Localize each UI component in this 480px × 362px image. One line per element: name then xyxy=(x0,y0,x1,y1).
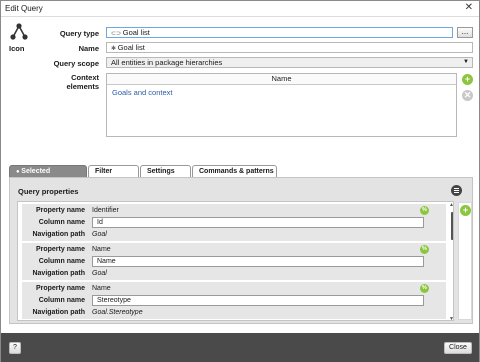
properties-panel: Query properties Property name Identifie… xyxy=(9,177,473,324)
help-button[interactable]: ? xyxy=(9,342,21,354)
name-field[interactable]: ✱ Goal list xyxy=(106,42,473,53)
navigation-path-label: Navigation path xyxy=(32,309,85,316)
link-icon: ⊂⊃ xyxy=(111,31,123,37)
name-value: Goal list xyxy=(117,43,145,52)
navigation-path-label: Navigation path xyxy=(32,270,85,277)
close-button[interactable]: Close xyxy=(444,342,472,354)
add-icon[interactable]: + xyxy=(462,74,473,85)
side-toolbar: + xyxy=(458,202,472,320)
browse-button[interactable]: ... xyxy=(457,27,473,38)
property-name-label: Property name xyxy=(35,285,85,292)
close-icon[interactable]: ✕ xyxy=(465,2,473,13)
name-label: Name xyxy=(78,44,99,53)
column-name-label: Column name xyxy=(38,297,85,304)
tab-selected-properties[interactable]: ● Selected Properties xyxy=(9,165,87,187)
context-row[interactable]: Goals and context xyxy=(107,85,456,100)
scroll-up-icon[interactable]: ▲ xyxy=(449,202,453,208)
property-item: Property name Name % Column name Name Na… xyxy=(22,243,446,280)
dropdown-arrow-icon: ▼ xyxy=(463,59,469,65)
column-name-label: Column name xyxy=(38,258,85,265)
scope-label: Query scope xyxy=(53,59,99,68)
edit-query-dialog: Edit Query ✕ Icon Query type ⊂⊃ Goal lis… xyxy=(0,0,480,362)
scroll-down-icon[interactable]: ▼ xyxy=(449,316,453,320)
tab-commands-patterns[interactable]: Commands & patterns xyxy=(192,165,277,177)
add-property-icon[interactable]: + xyxy=(460,205,471,216)
footer-bar: ? Close xyxy=(1,333,479,362)
goal-icon: ✱ xyxy=(111,46,118,52)
properties-list: Property name Identifier % Column name I… xyxy=(17,201,454,321)
property-name-label: Property name xyxy=(35,246,85,253)
column-name-input[interactable]: Id xyxy=(92,217,424,228)
context-elements-table: Name Goals and context xyxy=(106,73,457,137)
context-column-header: Name xyxy=(107,74,456,85)
title-bar: Edit Query ✕ xyxy=(1,1,479,17)
scope-value: All entities in package hierarchies xyxy=(111,58,223,67)
property-name-value: Identifier xyxy=(92,207,119,214)
property-item: Property name Identifier % Column name I… xyxy=(22,204,446,241)
property-name-label: Property name xyxy=(35,207,85,214)
icon-label: Icon xyxy=(9,44,25,53)
navigation-path-label: Navigation path xyxy=(32,231,85,238)
property-item: Property name Name % Column name Stereot… xyxy=(22,282,446,319)
window-title: Edit Query xyxy=(5,4,43,13)
menu-icon[interactable] xyxy=(451,185,462,196)
query-type-field[interactable]: ⊂⊃ Goal list xyxy=(106,27,453,38)
remove-icon[interactable]: ✕ xyxy=(462,90,473,101)
column-name-input[interactable]: Stereotype xyxy=(92,295,424,306)
query-icon xyxy=(10,23,28,40)
panel-title: Query properties xyxy=(18,187,79,196)
badge-icon: % xyxy=(420,284,429,293)
badge-icon: % xyxy=(420,206,429,215)
navigation-path-value: Goal xyxy=(92,231,107,238)
column-name-label: Column name xyxy=(38,219,85,226)
query-type-value: Goal list xyxy=(122,28,150,37)
vertical-scrollbar[interactable]: ▲ ▼ xyxy=(449,202,453,320)
property-name-value: Name xyxy=(92,285,111,292)
property-name-value: Name xyxy=(92,246,111,253)
tab-settings[interactable]: Settings xyxy=(140,165,191,177)
badge-icon: % xyxy=(420,245,429,254)
scroll-thumb[interactable] xyxy=(451,212,453,240)
query-type-label: Query type xyxy=(59,29,99,38)
navigation-path-value: Goal.Stereotype xyxy=(92,309,143,316)
tab-filter[interactable]: Filter xyxy=(88,165,139,177)
column-name-input[interactable]: Name xyxy=(92,256,424,267)
scope-dropdown[interactable]: All entities in package hierarchies ▼ xyxy=(106,57,473,68)
context-label: Context elements xyxy=(66,73,99,91)
navigation-path-value: Goal xyxy=(92,270,107,277)
